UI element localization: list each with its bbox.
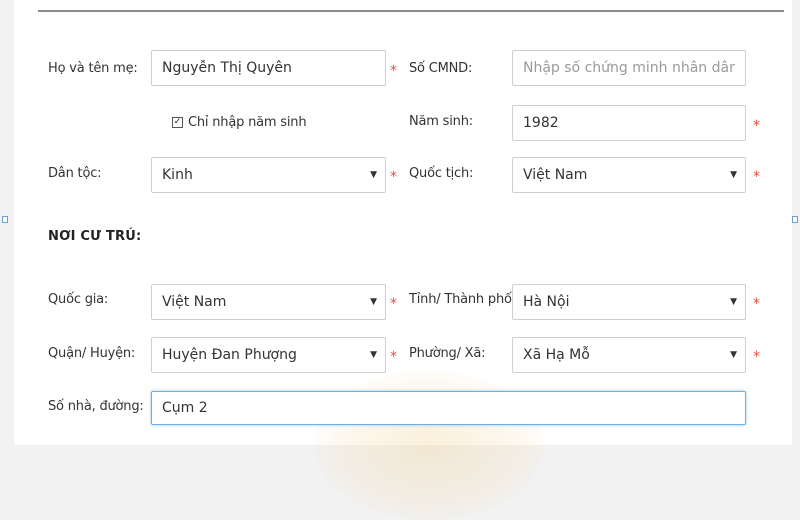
birthyear-label: Năm sinh: xyxy=(409,114,473,129)
chevron-down-icon: ▼ xyxy=(730,350,737,360)
chevron-down-icon: ▼ xyxy=(730,170,737,180)
form-panel: Họ và tên mẹ: * Số CMND: ✓ Chỉ nhập năm … xyxy=(14,0,792,520)
residence-section-title: NƠI CƯ TRÚ: xyxy=(48,229,142,244)
ward-value: Xã Hạ Mỗ xyxy=(523,347,590,363)
nationality-value: Việt Nam xyxy=(523,167,588,183)
address-label: Số nhà, đường: xyxy=(48,399,144,414)
province-value: Hà Nội xyxy=(523,294,570,310)
required-mark: * xyxy=(753,349,760,365)
id-number-label: Số CMND: xyxy=(409,61,473,76)
id-number-field[interactable] xyxy=(512,50,746,86)
district-select[interactable]: Huyện Đan Phượng ▼ xyxy=(151,337,386,373)
birthyear-only-checkbox[interactable]: ✓ xyxy=(172,117,183,128)
ward-label: Phường/ Xã: xyxy=(409,346,486,361)
country-select[interactable]: Việt Nam ▼ xyxy=(151,284,386,320)
required-mark: * xyxy=(390,296,397,312)
birthyear-only-label: Chỉ nhập năm sinh xyxy=(188,115,307,130)
chevron-down-icon: ▼ xyxy=(370,350,377,360)
required-mark: * xyxy=(753,169,760,185)
panel-divider xyxy=(38,10,784,12)
nationality-label: Quốc tịch: xyxy=(409,166,474,181)
address-field[interactable] xyxy=(151,391,746,425)
ward-select[interactable]: Xã Hạ Mỗ ▼ xyxy=(512,337,746,373)
chevron-down-icon: ▼ xyxy=(370,297,377,307)
district-label: Quận/ Huyện: xyxy=(48,346,136,361)
required-mark: * xyxy=(390,349,397,365)
nationality-select[interactable]: Việt Nam ▼ xyxy=(512,157,746,193)
required-mark: * xyxy=(753,296,760,312)
mother-name-label: Họ và tên mẹ: xyxy=(48,61,138,76)
district-value: Huyện Đan Phượng xyxy=(162,347,297,363)
chevron-down-icon: ▼ xyxy=(370,170,377,180)
province-select[interactable]: Hà Nội ▼ xyxy=(512,284,746,320)
required-mark: * xyxy=(753,118,760,134)
edge-marker-right xyxy=(792,216,798,223)
country-label: Quốc gia: xyxy=(48,292,109,307)
birthyear-field[interactable] xyxy=(512,105,746,141)
chevron-down-icon: ▼ xyxy=(730,297,737,307)
province-label: Tỉnh/ Thành phố: xyxy=(409,292,516,307)
ethnicity-select[interactable]: Kinh ▼ xyxy=(151,157,386,193)
required-mark: * xyxy=(390,169,397,185)
country-value: Việt Nam xyxy=(162,294,227,310)
ethnicity-label: Dân tộc: xyxy=(48,166,102,181)
required-mark: * xyxy=(390,63,397,79)
mother-name-field[interactable] xyxy=(151,50,386,86)
ethnicity-value: Kinh xyxy=(162,167,193,183)
edge-marker-left xyxy=(2,216,8,223)
